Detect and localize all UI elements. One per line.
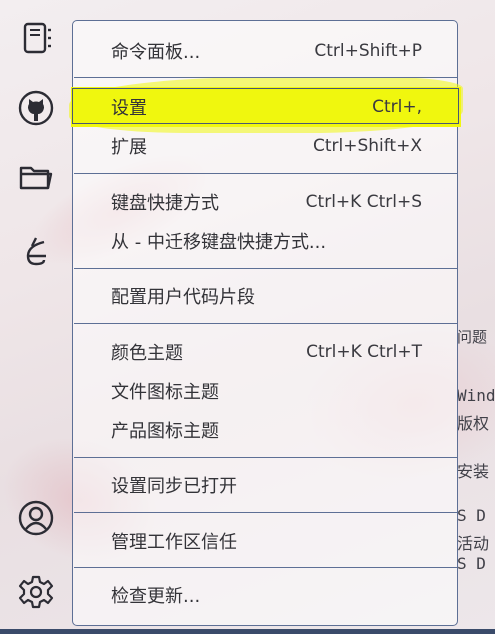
- menu-item-settings-sync[interactable]: 设置同步已打开: [73, 466, 459, 504]
- editor-text: 问题: [457, 328, 488, 346]
- menu-separator: [74, 323, 458, 324]
- github-icon[interactable]: [16, 88, 56, 128]
- editor-text: 版权: [457, 414, 490, 433]
- notebook-icon[interactable]: [16, 18, 56, 58]
- menu-separator: [74, 268, 458, 269]
- menu-item-label: 配置用户代码片段: [111, 287, 255, 308]
- menu-separator: [74, 457, 458, 458]
- menu-item-command-palette[interactable]: 命令面板... Ctrl+Shift+P: [73, 32, 459, 70]
- menu-item-migrate-keybindings[interactable]: 从 - 中迁移键盘快捷方式...: [73, 222, 459, 260]
- menu-item-shortcut: Ctrl+,: [372, 97, 422, 117]
- menu-item-check-updates[interactable]: 检查更新...: [73, 576, 459, 614]
- menu-item-settings[interactable]: 设置 Ctrl+,: [73, 88, 459, 126]
- menu-item-label: 键盘快捷方式: [111, 193, 219, 214]
- account-icon[interactable]: [16, 498, 56, 538]
- editor-text: 安装: [457, 462, 490, 481]
- menu-item-label: 文件图标主题: [111, 382, 219, 403]
- menu-item-shortcut: Ctrl+Shift+P: [314, 41, 422, 61]
- menu-item-label: 颜色主题: [111, 343, 183, 364]
- menu-item-color-theme[interactable]: 颜色主题 Ctrl+K Ctrl+T: [73, 333, 459, 371]
- editor-text: S D: [457, 554, 486, 573]
- menu-item-label: 检查更新...: [111, 586, 201, 607]
- menu-item-workspace-trust[interactable]: 管理工作区信任: [73, 522, 459, 560]
- menu-item-user-snippets[interactable]: 配置用户代码片段: [73, 277, 459, 315]
- menu-item-label: 命令面板...: [111, 42, 201, 63]
- menu-item-product-icon-theme[interactable]: 产品图标主题: [73, 411, 459, 449]
- menu-item-shortcut: Ctrl+Shift+X: [312, 136, 422, 156]
- status-bar: [0, 629, 495, 634]
- menu-item-label: 产品图标主题: [111, 421, 219, 442]
- menu-item-label: 管理工作区信任: [111, 532, 237, 553]
- menu-item-extensions[interactable]: 扩展 Ctrl+Shift+X: [73, 127, 459, 165]
- folder-icon[interactable]: [16, 158, 56, 198]
- editor-text: S D: [457, 506, 486, 525]
- menu-item-file-icon-theme[interactable]: 文件图标主题: [73, 372, 459, 410]
- menu-separator: [74, 567, 458, 568]
- menu-item-keyboard-shortcuts[interactable]: 键盘快捷方式 Ctrl+K Ctrl+S: [73, 183, 459, 221]
- gear-icon[interactable]: [16, 572, 56, 612]
- activity-bar: [0, 0, 72, 634]
- menu-separator: [74, 173, 458, 174]
- menu-separator: [74, 512, 458, 513]
- menu-item-label: 设置同步已打开: [111, 476, 237, 497]
- editor-text: 活动: [457, 534, 490, 553]
- menu-item-shortcut: Ctrl+K Ctrl+S: [305, 192, 422, 212]
- menu-item-label: 扩展: [111, 137, 147, 158]
- menu-item-shortcut: Ctrl+K Ctrl+T: [306, 342, 422, 362]
- git-branch-icon[interactable]: [16, 232, 56, 272]
- manage-menu: 命令面板... Ctrl+Shift+P 设置 Ctrl+, 扩展 Ctrl+S…: [69, 20, 463, 626]
- editor-text: Wind: [457, 386, 495, 405]
- menu-separator: [74, 77, 458, 78]
- menu-item-label: 设置: [111, 98, 147, 119]
- menu-item-label: 从 - 中迁移键盘快捷方式...: [111, 232, 327, 253]
